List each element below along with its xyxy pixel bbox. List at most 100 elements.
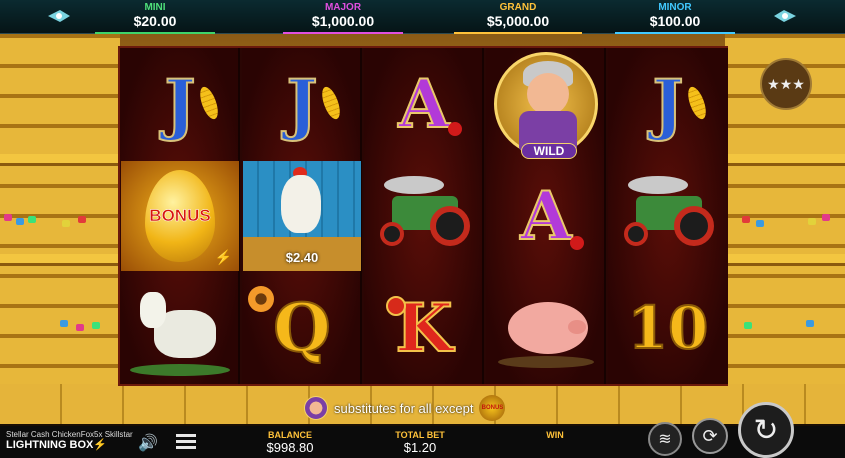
chicken-tile: $2.40: [243, 161, 361, 271]
symbol-j-letter: J: [163, 64, 196, 144]
symbol-pig: [486, 272, 606, 384]
gem: [4, 214, 12, 221]
gem-shelf: [725, 154, 845, 166]
goat-icon: [130, 280, 230, 376]
coin-stack-icon[interactable]: ≋: [648, 422, 682, 456]
win-label: WIN: [546, 430, 564, 440]
balance-label: BALANCE: [268, 430, 312, 440]
symbol-a-letter: A: [397, 64, 450, 144]
brand-block: Stellar Cash ChickenFox5x Skillstar LIGH…: [6, 429, 133, 451]
symbol-tractor: [608, 160, 728, 272]
symbol-a: A: [364, 48, 484, 160]
corn-icon: [196, 84, 222, 122]
gem: [744, 322, 752, 329]
win-display: WIN: [520, 430, 590, 440]
jackpot-major: MAJOR $1,000.00: [268, 0, 418, 34]
gem: [16, 218, 24, 225]
granny-wild-icon: WILD: [494, 52, 598, 159]
tractor-icon: [618, 176, 718, 256]
symbol-chicken: $2.40: [242, 160, 362, 272]
symbol-k: K: [364, 272, 484, 384]
symbol-j: J: [120, 48, 240, 160]
rosette-icon: [386, 296, 406, 316]
symbol-bonus: BONUS ⚡: [120, 160, 240, 272]
bonus-label: BONUS: [149, 206, 211, 226]
gem: [92, 322, 100, 329]
symbol-j: J: [608, 48, 728, 160]
spaceship-icon: [774, 10, 796, 22]
granny-wild-mini-icon: [304, 396, 328, 420]
jackpot-grand-value: $5,000.00: [486, 13, 550, 29]
corn-icon: [684, 84, 710, 122]
jackpot-mini-label: MINI: [144, 2, 166, 13]
jackpot-mini-value: $20.00: [133, 13, 177, 29]
symbol-10-number: 10: [627, 293, 710, 363]
total-bet-value: $1.20: [403, 440, 437, 455]
gem: [742, 216, 750, 223]
jackpot-bar: MINI $20.00 MAJOR $1,000.00 GRAND $5,000…: [0, 0, 845, 34]
reel-3: A K: [364, 48, 484, 384]
symbol-a-letter: A: [519, 176, 572, 256]
bonus-mini-icon: BONUS: [479, 395, 506, 421]
total-bet-display[interactable]: TOTAL BET $1.20: [380, 430, 460, 455]
jackpot-mini: MINI $20.00: [80, 0, 230, 34]
wild-label: WILD: [521, 143, 577, 159]
symbol-q: Q: [242, 272, 362, 384]
reel-1: J BONUS ⚡: [120, 48, 240, 384]
tractor-icon: [374, 176, 474, 256]
reel-5: J 10: [608, 48, 728, 384]
symbol-q-letter: Q: [272, 288, 331, 368]
gem: [808, 218, 816, 225]
cherry-icon: [570, 236, 584, 250]
reel-grid[interactable]: J BONUS ⚡ J $2.40 Q A K WILD A J 10: [118, 46, 728, 386]
jackpot-grand: GRAND $5,000.00: [438, 0, 598, 34]
lightning-icon: ⚡: [93, 439, 108, 451]
golden-egg-icon: BONUS: [145, 170, 215, 262]
brand-name: LIGHTNING BOX: [6, 439, 94, 451]
symbol-10: 10: [608, 272, 728, 384]
gem: [28, 216, 36, 223]
corn-icon: [318, 84, 344, 122]
gem: [806, 320, 814, 327]
autoplay-icon[interactable]: ⟳: [692, 418, 728, 454]
symbol-j: J: [242, 48, 362, 160]
info-text: substitutes for all except: [334, 400, 474, 416]
gem: [76, 324, 84, 331]
jackpot-minor-label: MINOR: [658, 2, 692, 13]
cherry-icon: [448, 122, 462, 136]
jackpot-minor: MINOR $100.00: [600, 0, 750, 34]
lightning-icon: ⚡: [214, 249, 232, 265]
pig-icon: [494, 288, 598, 368]
balance-display: BALANCE $998.80: [250, 430, 330, 455]
gem-shelf: [725, 254, 845, 266]
info-line: substitutes for all except BONUS: [304, 394, 506, 422]
symbol-j-letter: J: [651, 64, 684, 144]
gem: [756, 220, 764, 227]
gem: [822, 214, 830, 221]
gem-shelf: [0, 254, 120, 266]
bonus-mini-label: BONUS: [481, 405, 504, 411]
symbol-wild: WILD: [486, 48, 606, 160]
symbol-goat: [120, 272, 240, 384]
jackpot-major-label: MAJOR: [324, 2, 362, 13]
menu-icon[interactable]: [176, 434, 196, 450]
symbol-tractor: [364, 160, 484, 272]
barn-wall-left: [0, 34, 120, 424]
total-bet-label: TOTAL BET: [395, 430, 445, 440]
balance-value: $998.80: [266, 440, 314, 455]
reel-2: J $2.40 Q: [242, 48, 362, 384]
reel-4: WILD A: [486, 48, 606, 384]
symbol-a: A: [486, 160, 606, 272]
speaker-icon[interactable]: 🔊: [138, 433, 158, 453]
jackpot-grand-label: GRAND: [499, 2, 537, 13]
rank-stars-icon[interactable]: ★★★: [760, 58, 812, 110]
gem-shelf: [0, 154, 120, 166]
jackpot-major-value: $1,000.00: [311, 13, 375, 29]
gem: [78, 216, 86, 223]
flower-icon: [248, 286, 274, 312]
jackpot-minor-value: $100.00: [649, 13, 701, 29]
symbol-j-letter: J: [285, 64, 318, 144]
spin-icon[interactable]: ↻: [738, 402, 794, 458]
chicken-prize-value: $2.40: [285, 250, 319, 265]
gem: [60, 320, 68, 327]
